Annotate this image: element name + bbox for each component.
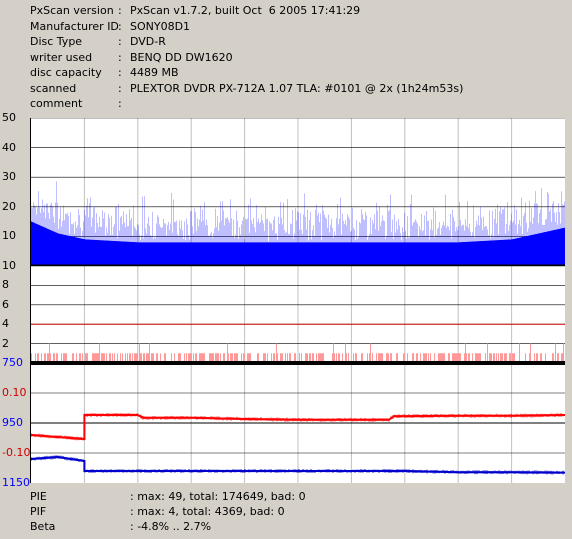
info-key: comment [30, 97, 83, 110]
axis-tick-label: 30 [2, 170, 16, 184]
pif-chart [30, 266, 565, 363]
info-separator: : [118, 97, 122, 110]
axis-tick-label: 8 [2, 278, 9, 292]
info-value: PLEXTOR DVDR PX-712A 1.07 TLA: #0101 @ 2… [130, 81, 464, 95]
info-key: disc capacity [30, 66, 102, 79]
info-value: SONY08D1 [130, 19, 191, 33]
axis-tick-label: 2 [2, 336, 9, 350]
beta-jitter-chart [30, 363, 565, 483]
axis-tick-label: 10 [2, 229, 16, 243]
info-key: writer used [30, 50, 93, 64]
axis-tick-label: 4 [2, 317, 9, 331]
pie-chart [30, 118, 565, 266]
summary-value: : max: 4, total: 4369, bad: 0 [130, 505, 285, 518]
summary-key: Beta [30, 520, 56, 533]
info-value: BENQ DD DW1620 [130, 50, 233, 64]
axis-tick-label: -0.10 [2, 446, 31, 459]
beta-jitter-chart-svg [31, 363, 565, 483]
info-value: DVD-R [130, 35, 166, 48]
info-value: PxScan v1.7.2, built Oct 6 2005 17:41:29 [130, 4, 361, 17]
info-separator: : [118, 4, 122, 17]
axis-tick-label: 0.10 [2, 386, 27, 399]
summary-key: PIE [30, 490, 47, 503]
info-key: scanned [30, 81, 77, 95]
info-separator: : [118, 81, 122, 95]
axis-tick-label: 40 [2, 140, 16, 154]
summary-value: : max: 49, total: 174649, bad: 0 [130, 490, 306, 503]
info-separator: : [118, 19, 122, 33]
axis-tick-label: 10 [2, 259, 16, 272]
info-separator: : [118, 66, 122, 79]
info-key: Manufacturer ID [30, 19, 119, 33]
axis-tick-label: 950 [2, 416, 23, 429]
info-separator: : [118, 50, 122, 64]
axis-tick-label: 1150 [2, 476, 30, 489]
axis-tick-label: 20 [2, 199, 16, 213]
scan-info-panel: PxScan version: PxScan v1.7.2, built Oct … [0, 0, 572, 118]
info-value: 4489 MB [130, 66, 179, 79]
axis-tick-label: 50 [2, 111, 16, 124]
info-key: Disc Type [30, 35, 83, 48]
pie-chart-svg [31, 118, 565, 266]
pif-chart-svg [31, 266, 565, 363]
summary-value: : -4.8% .. 2.7% [130, 520, 212, 533]
summary-key: PIF [30, 505, 47, 518]
axis-tick-label: 6 [2, 297, 9, 311]
info-separator: : [118, 35, 122, 48]
info-key: PxScan version [30, 4, 114, 17]
axis-tick-label: 750 [2, 356, 23, 369]
